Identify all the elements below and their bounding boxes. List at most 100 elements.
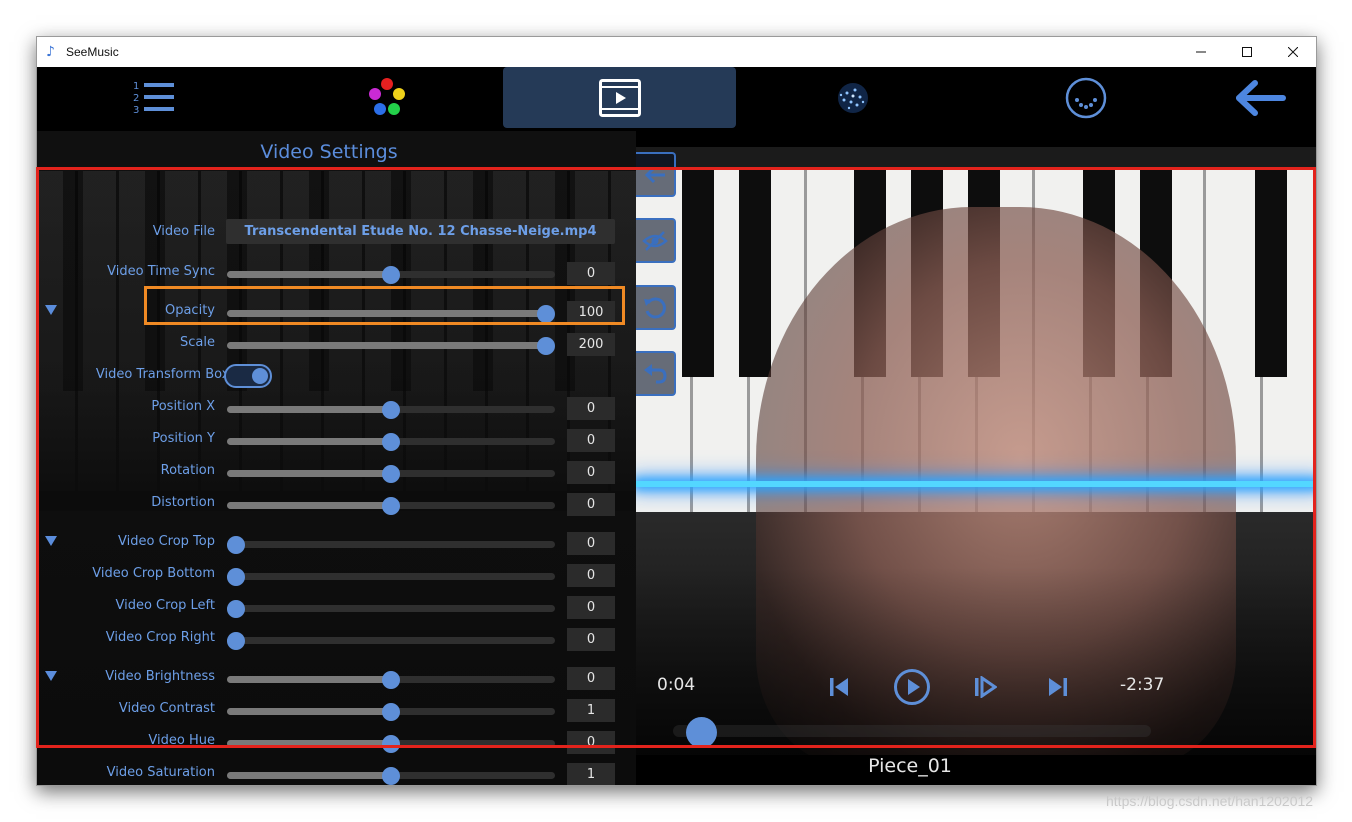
- collapse-triangle-icon[interactable]: [45, 305, 57, 315]
- minimize-button[interactable]: [1178, 37, 1224, 67]
- slider-label: Video Time Sync: [107, 264, 215, 279]
- svg-text:1: 1: [133, 81, 139, 92]
- skip-back-icon: [830, 678, 848, 696]
- crop-top-slider[interactable]: [227, 536, 555, 554]
- slider-thumb[interactable]: [382, 497, 400, 515]
- hit-line-glow: [636, 481, 1316, 487]
- arrow-left-icon: [644, 166, 665, 183]
- slider-label: Position X: [151, 399, 215, 414]
- close-button[interactable]: [1270, 37, 1316, 67]
- transform-box-row: Video Transform Box On: [37, 363, 636, 389]
- nav-back-button[interactable]: [1202, 67, 1316, 128]
- step-forward-button[interactable]: [972, 674, 998, 700]
- video-time-sync-slider[interactable]: [227, 266, 555, 284]
- undo-button[interactable]: [636, 351, 676, 396]
- video-file-row: Video File Transcendental Etude No. 12 C…: [37, 219, 636, 245]
- music-note-icon: ♪: [46, 44, 55, 60]
- collapse-triangle-icon[interactable]: [45, 671, 57, 681]
- toggle-knob: [252, 368, 268, 384]
- crop-left-value[interactable]: 0: [567, 596, 615, 619]
- position-y-slider[interactable]: [227, 433, 555, 451]
- nav-particles-button[interactable]: [736, 67, 969, 128]
- hide-video-button[interactable]: [636, 218, 676, 263]
- color-palette-icon: [368, 77, 405, 115]
- saturation-slider[interactable]: [227, 767, 555, 785]
- rotation-slider[interactable]: [227, 465, 555, 483]
- contrast-slider[interactable]: [227, 703, 555, 721]
- slider-thumb[interactable]: [382, 735, 400, 753]
- top-nav: 1 2 3: [37, 67, 1316, 131]
- scale-slider[interactable]: [227, 337, 555, 355]
- collapse-panel-button[interactable]: [636, 152, 676, 197]
- slider-thumb[interactable]: [537, 337, 555, 355]
- slider-thumb[interactable]: [227, 536, 245, 554]
- previous-button[interactable]: [827, 674, 851, 700]
- slider-thumb[interactable]: [382, 671, 400, 689]
- crop-bottom-value[interactable]: 0: [567, 564, 615, 587]
- maximize-button[interactable]: [1224, 37, 1270, 67]
- video-time-sync-value[interactable]: 0: [567, 262, 615, 285]
- seek-bar[interactable]: [673, 725, 1151, 737]
- crop-bottom-row: Video Crop Bottom 0: [37, 562, 636, 588]
- hue-slider[interactable]: [227, 735, 555, 753]
- rotation-row: Rotation 0: [37, 459, 636, 485]
- position-y-value[interactable]: 0: [567, 429, 615, 452]
- brightness-value[interactable]: 0: [567, 667, 615, 690]
- app-window: ♪ SeeMusic 1 2 3 Video Settings Video Fi…: [36, 36, 1317, 786]
- slider-label: Video Saturation: [106, 765, 215, 780]
- slider-label: Video Crop Left: [115, 598, 216, 613]
- circle-dots-icon: [1065, 77, 1106, 118]
- crop-left-slider[interactable]: [227, 600, 555, 618]
- brightness-slider[interactable]: [227, 671, 555, 689]
- saturation-value[interactable]: 1: [567, 763, 615, 785]
- play-circle-icon: [894, 669, 930, 705]
- video-preview[interactable]: [636, 147, 1316, 755]
- slider-thumb[interactable]: [227, 632, 245, 650]
- slider-thumb[interactable]: [227, 600, 245, 618]
- nav-circle-menu-button[interactable]: [969, 67, 1202, 128]
- position-y-row: Position Y 0: [37, 427, 636, 453]
- slider-thumb[interactable]: [382, 465, 400, 483]
- contrast-value[interactable]: 1: [567, 699, 615, 722]
- crop-bottom-slider[interactable]: [227, 568, 555, 586]
- next-button[interactable]: [1045, 674, 1071, 700]
- window-title: SeeMusic: [66, 45, 119, 59]
- slider-thumb[interactable]: [227, 568, 245, 586]
- scale-value[interactable]: 200: [567, 333, 615, 356]
- svg-text:3: 3: [133, 105, 139, 116]
- opacity-value[interactable]: 100: [567, 301, 615, 324]
- distortion-value[interactable]: 0: [567, 493, 615, 516]
- transform-box-toggle[interactable]: [224, 364, 272, 388]
- slider-thumb[interactable]: [382, 433, 400, 451]
- position-x-row: Position X 0: [37, 395, 636, 421]
- video-file-label: Video File: [152, 224, 215, 239]
- slider-thumb[interactable]: [382, 401, 400, 419]
- nav-video-button[interactable]: [503, 67, 736, 128]
- nav-colors-button[interactable]: [270, 67, 503, 128]
- crop-right-slider[interactable]: [227, 632, 555, 650]
- slider-label: Rotation: [160, 463, 215, 478]
- title-bar: ♪ SeeMusic: [37, 37, 1316, 67]
- video-file-field[interactable]: Transcendental Etude No. 12 Chasse-Neige…: [226, 219, 615, 244]
- rotation-value[interactable]: 0: [567, 461, 615, 484]
- nav-playlist-button[interactable]: 1 2 3: [37, 67, 270, 128]
- video-settings-panel: Video Settings Video File Transcendental…: [37, 131, 636, 785]
- crop-top-value[interactable]: 0: [567, 532, 615, 555]
- distortion-slider[interactable]: [227, 497, 555, 515]
- slider-thumb[interactable]: [382, 767, 400, 785]
- reset-button[interactable]: [636, 285, 676, 330]
- hue-value[interactable]: 0: [567, 731, 615, 754]
- slider-label: Video Contrast: [118, 701, 215, 716]
- crop-right-value[interactable]: 0: [567, 628, 615, 651]
- slider-thumb[interactable]: [537, 305, 555, 323]
- opacity-slider[interactable]: [227, 305, 555, 323]
- play-button[interactable]: [892, 667, 932, 707]
- slider-label: Position Y: [152, 431, 215, 446]
- crop-left-row: Video Crop Left 0: [37, 594, 636, 620]
- collapse-triangle-icon[interactable]: [45, 536, 57, 546]
- slider-thumb[interactable]: [382, 703, 400, 721]
- position-x-value[interactable]: 0: [567, 397, 615, 420]
- slider-thumb[interactable]: [382, 266, 400, 284]
- video-time-sync-row: Video Time Sync 0: [37, 260, 636, 286]
- position-x-slider[interactable]: [227, 401, 555, 419]
